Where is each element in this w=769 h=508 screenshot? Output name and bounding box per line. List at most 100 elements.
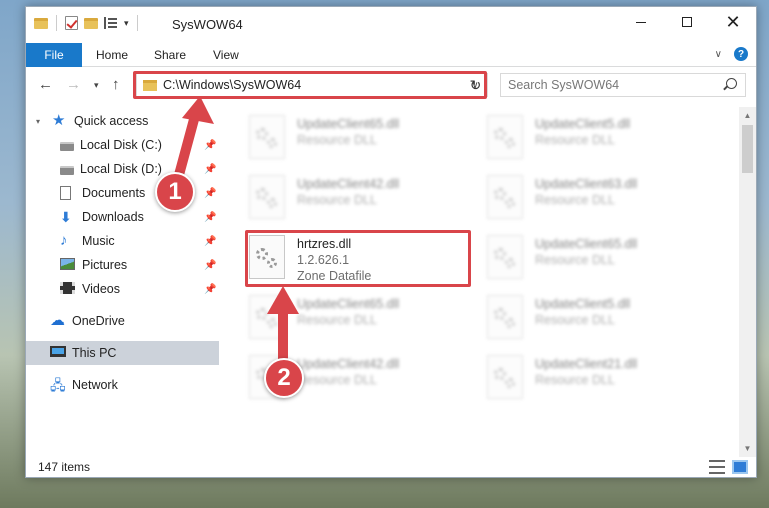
star-icon: ★ (52, 112, 66, 129)
sidebar-item-music[interactable]: ♪ Music 📌 (26, 229, 222, 253)
step-1-badge: 1 (155, 172, 195, 212)
folder-icon (143, 79, 157, 91)
sidebar-item-local-disk-d[interactable]: Local Disk (D:) 📌 (26, 157, 222, 181)
sidebar-item-onedrive[interactable]: ☁ OneDrive (26, 309, 222, 333)
file-item-hrtzres[interactable]: hrtzres.dll 1.2.626.1 Zone Datafile (249, 231, 469, 289)
sidebar-item-label: Local Disk (C:) (80, 138, 162, 152)
sidebar-item-label: Quick access (74, 114, 149, 128)
scroll-up-icon[interactable]: ▲ (739, 107, 756, 124)
close-button[interactable]: ✕ (710, 7, 756, 37)
pin-icon[interactable]: 📌 (204, 236, 216, 247)
file-type: Zone Datafile (297, 269, 372, 283)
back-arrow-icon[interactable]: ← (38, 76, 53, 93)
expand-ribbon-icon[interactable]: ∨ (715, 49, 722, 60)
tab-share[interactable]: Share (154, 48, 186, 62)
sidebar-item-pictures[interactable]: Pictures 📌 (26, 253, 222, 277)
address-path[interactable]: C:\Windows\SysWOW64 (163, 78, 465, 92)
file-name: UpdateClient42.dll (297, 177, 400, 191)
sidebar-item-label: This PC (72, 346, 117, 360)
window-controls: ✕ (618, 7, 756, 37)
minimize-button[interactable] (618, 7, 664, 37)
dll-file-icon (487, 295, 523, 339)
refresh-icon: ↻ (469, 76, 482, 93)
file-name: UpdateClient65.dll (297, 297, 400, 311)
search-icon[interactable] (726, 78, 737, 89)
quick-access-toolbar: ▾ (34, 15, 140, 31)
sidebar-item-videos[interactable]: Videos 📌 (26, 277, 222, 301)
computer-icon (50, 346, 66, 357)
pin-icon[interactable]: 📌 (204, 164, 216, 175)
maximize-button[interactable] (664, 7, 710, 37)
file-item[interactable]: UpdateClient65.dll Resource DLL (249, 291, 469, 349)
file-type: Resource DLL (535, 193, 615, 207)
ribbon-controls: ∨ ? (715, 47, 748, 61)
forward-arrow-icon[interactable]: → (66, 76, 81, 93)
pin-icon[interactable]: 📌 (204, 212, 216, 223)
sidebar-item-this-pc[interactable]: This PC (26, 341, 219, 365)
address-bar[interactable]: C:\Windows\SysWOW64 ∨ (136, 73, 486, 97)
cloud-icon: ☁ (50, 312, 65, 329)
search-input[interactable]: Search SysWOW64 (500, 73, 746, 97)
file-type: Resource DLL (535, 133, 615, 147)
file-item[interactable]: UpdateClient63.dll Resource DLL (487, 171, 707, 229)
step-2-badge: 2 (264, 358, 304, 398)
pin-icon[interactable]: 📌 (204, 260, 216, 271)
vertical-scrollbar[interactable]: ▲ ▼ (739, 107, 756, 457)
pin-icon[interactable]: 📌 (204, 188, 216, 199)
up-arrow-icon[interactable]: ↑ (112, 76, 120, 93)
ribbon-tabs: File Home Share View ∨ ? (26, 40, 756, 67)
dll-file-icon (487, 355, 523, 399)
dll-file-icon (249, 115, 285, 159)
scroll-thumb[interactable] (742, 125, 753, 173)
customize-dropdown-icon[interactable]: ▾ (124, 18, 129, 29)
file-item[interactable]: UpdateClient42.dll Resource DLL (249, 171, 469, 229)
downloads-icon: ⬇ (60, 209, 72, 225)
large-icons-view-icon[interactable] (732, 460, 748, 474)
sidebar-item-local-disk-c[interactable]: Local Disk (C:) 📌 (26, 133, 222, 157)
sidebar-item-network[interactable]: 🖧 Network (26, 373, 222, 397)
recent-locations-icon[interactable]: ▾ (94, 80, 99, 91)
music-icon: ♪ (60, 232, 68, 249)
collapse-icon[interactable]: ▾ (36, 117, 40, 126)
file-item[interactable]: UpdateClient5.dll Resource DLL (487, 291, 707, 349)
item-count: 147 items (38, 460, 91, 474)
file-item[interactable]: UpdateClient5.dll Resource DLL (487, 111, 707, 169)
file-item[interactable]: UpdateClient65.dll Resource DLL (249, 111, 469, 169)
file-name: UpdateClient42.dll (297, 357, 400, 371)
pin-icon[interactable]: 📌 (204, 140, 216, 151)
dll-file-icon (249, 175, 285, 219)
tab-file[interactable]: File (26, 43, 82, 67)
file-name: UpdateClient65.dll (297, 117, 400, 131)
file-name: UpdateClient65.dll (535, 237, 638, 251)
help-icon[interactable]: ? (734, 47, 748, 61)
file-type: Resource DLL (297, 133, 377, 147)
sidebar-item-quick-access[interactable]: ▾ ★ Quick access (26, 109, 222, 133)
minimize-icon (636, 21, 646, 23)
properties-list-icon[interactable] (104, 17, 118, 29)
file-name: hrtzres.dll (297, 237, 352, 251)
pin-icon[interactable]: 📌 (204, 284, 216, 295)
dll-file-icon (487, 235, 523, 279)
properties-check-icon[interactable] (65, 16, 78, 30)
tab-home[interactable]: Home (96, 48, 128, 62)
sidebar-item-label: Network (72, 378, 118, 392)
sidebar-item-label: Documents (82, 186, 146, 200)
file-item[interactable]: UpdateClient21.dll Resource DLL (487, 351, 707, 409)
dll-file-icon (249, 235, 285, 279)
details-view-icon[interactable] (709, 460, 725, 474)
folder-icon (34, 17, 48, 29)
refresh-button[interactable]: ↻ (464, 73, 488, 97)
file-item[interactable]: UpdateClient65.dll Resource DLL (487, 231, 707, 289)
network-icon: 🖧 (50, 377, 66, 393)
sidebar-item-label: OneDrive (72, 314, 125, 328)
search-placeholder: Search SysWOW64 (508, 78, 620, 92)
tab-view[interactable]: View (213, 48, 239, 62)
file-version: 1.2.626.1 (297, 253, 350, 267)
videos-icon (60, 282, 75, 294)
file-type: Resource DLL (535, 313, 615, 327)
sidebar-item-downloads[interactable]: ⬇ Downloads 📌 (26, 205, 222, 229)
dll-file-icon (487, 115, 523, 159)
file-type: Resource DLL (297, 373, 377, 387)
scroll-down-icon[interactable]: ▼ (739, 440, 756, 457)
new-folder-icon[interactable] (84, 17, 98, 29)
